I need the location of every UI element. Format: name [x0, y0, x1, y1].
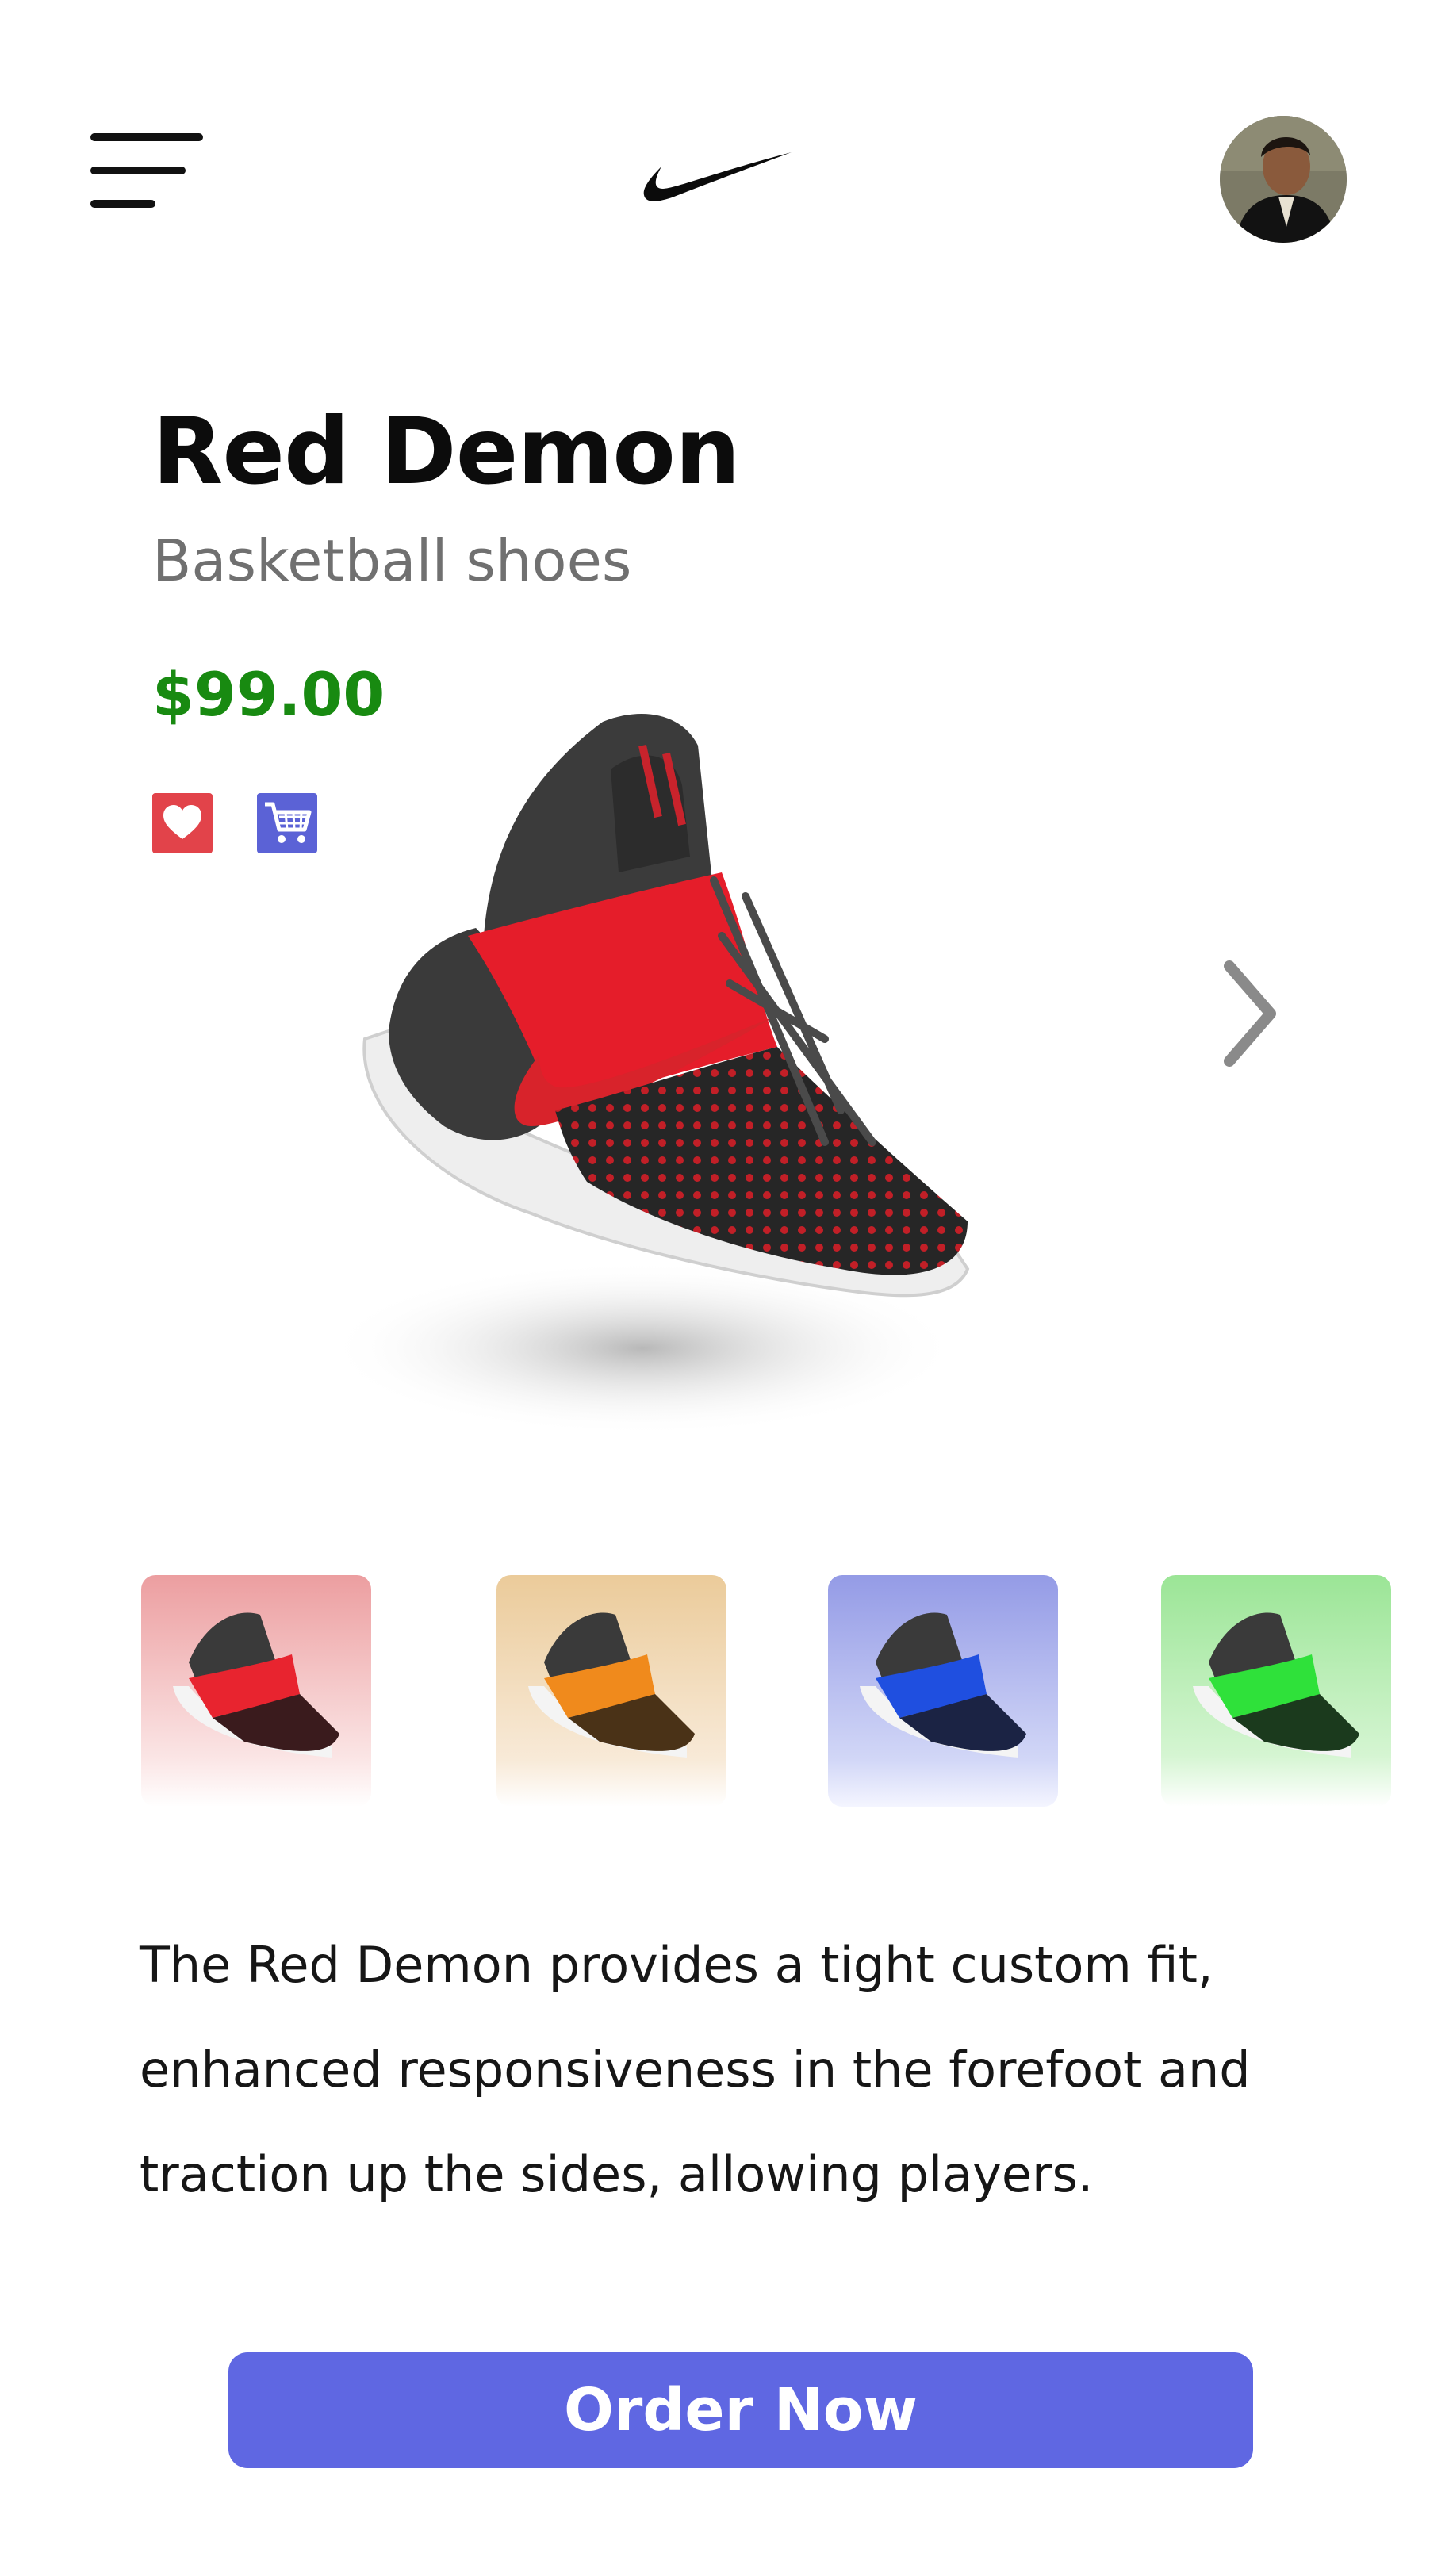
variant-green-thumbnail[interactable]: [1161, 1575, 1391, 1807]
profile-avatar[interactable]: [1220, 116, 1347, 243]
product-hero-image: [270, 698, 1126, 1507]
product-title: Red Demon: [152, 398, 741, 505]
variant-red-thumbnail[interactable]: [141, 1575, 371, 1807]
shoe-thumbnail-image: [1193, 1612, 1359, 1758]
chevron-right-icon[interactable]: [1213, 958, 1285, 1069]
shoe-thumbnail-image: [173, 1612, 339, 1758]
product-description: The Red Demon provides a tight custom fi…: [140, 1936, 1251, 2203]
hamburger-menu-icon[interactable]: [90, 133, 203, 209]
shoe-thumbnail-image: [528, 1612, 695, 1758]
nike-swoosh-icon: [642, 151, 793, 209]
variant-orange-thumbnail[interactable]: [496, 1575, 726, 1807]
heart-icon: [163, 805, 201, 839]
product-category: Basketball shoes: [152, 527, 632, 594]
order-now-button[interactable]: Order Now: [228, 2352, 1253, 2468]
shoe-thumbnail-image: [860, 1612, 1026, 1758]
favorite-button[interactable]: [152, 793, 213, 853]
variant-blue-thumbnail[interactable]: [828, 1575, 1058, 1807]
